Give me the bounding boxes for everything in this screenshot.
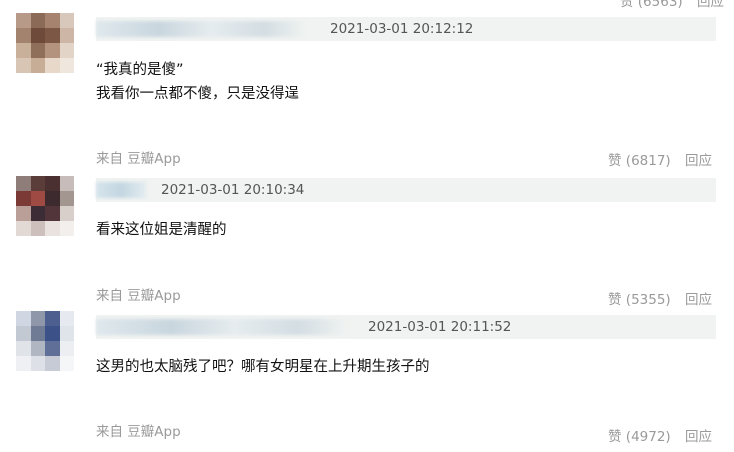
comment-text: 看来这位姐是清醒的 <box>96 218 227 242</box>
comment-body-line: 我看你一点都不傻，只是没得逞 <box>96 86 299 102</box>
previous-comment-actions: 赞 (6563) 回应 <box>610 0 724 10</box>
username[interactable] <box>96 319 348 335</box>
comment-header: 2021-03-01 20:11:52 <box>96 315 716 339</box>
like-button[interactable]: 赞 (6817) <box>608 153 671 169</box>
reply-button[interactable]: 回应 <box>685 292 712 308</box>
comment-header: 2021-03-01 20:12:12 <box>96 17 716 41</box>
like-button[interactable]: 赞 (6563) <box>620 0 683 10</box>
comment-actions: 赞 (6817) 回应 <box>598 149 712 169</box>
comment-time: 2021-03-01 20:12:12 <box>330 21 474 37</box>
like-button[interactable]: 赞 (4972) <box>608 429 671 445</box>
comment-actions: 赞 (5355) 回应 <box>598 288 712 308</box>
username[interactable] <box>96 21 306 37</box>
like-button[interactable]: 赞 (5355) <box>608 292 671 308</box>
reply-button[interactable]: 回应 <box>685 153 712 169</box>
comment-body-line: 看来这位姐是清醒的 <box>96 222 227 238</box>
comment-text: 这男的也太脑残了吧？哪有女明星在上升期生孩子的 <box>96 355 430 379</box>
comment-time: 2021-03-01 20:10:34 <box>161 182 305 198</box>
comment-source: 来自 豆瓣App <box>96 288 181 304</box>
comment-source: 来自 豆瓣App <box>96 424 181 440</box>
comment-actions: 赞 (4972) 回应 <box>598 425 712 445</box>
avatar[interactable] <box>16 311 74 371</box>
comment-source: 来自 豆瓣App <box>96 151 181 167</box>
comment-quote-line: “我真的是傻” <box>96 62 184 78</box>
reply-button[interactable]: 回应 <box>697 0 724 10</box>
comment-body-line: 这男的也太脑残了吧？哪有女明星在上升期生孩子的 <box>96 359 430 375</box>
reply-button[interactable]: 回应 <box>685 429 712 445</box>
avatar[interactable] <box>16 176 74 236</box>
username[interactable] <box>96 182 146 198</box>
avatar[interactable] <box>16 13 74 73</box>
comment-time: 2021-03-01 20:11:52 <box>368 319 512 335</box>
comment-header: 2021-03-01 20:10:34 <box>96 178 716 202</box>
comment-text: “我真的是傻” 我看你一点都不傻，只是没得逞 <box>96 58 299 106</box>
